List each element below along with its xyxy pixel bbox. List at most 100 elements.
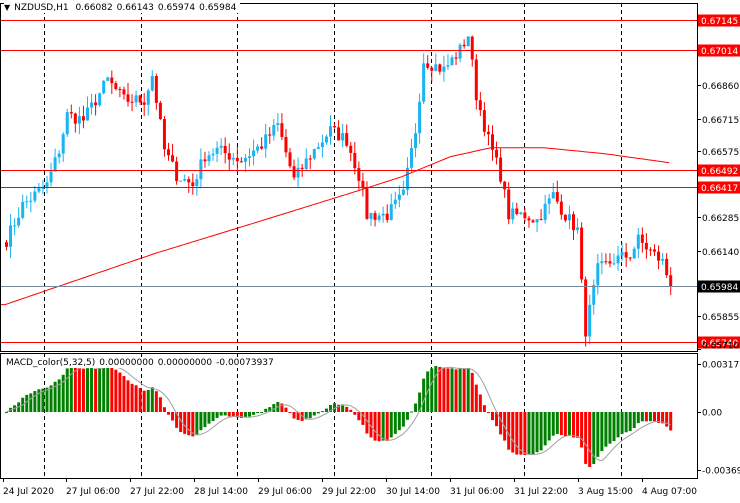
candle-body [321,142,324,147]
macd-histogram-bar [548,412,551,440]
chart-window[interactable]: 0.671450.670140.664920.664170.657400.659… [0,0,740,500]
candle-body [592,285,595,305]
high-value: 0.66143 [117,3,154,13]
candle-body [390,204,393,220]
candle-body [135,95,138,102]
candle-body [203,159,206,161]
macd-signal-line [7,367,671,461]
candle [244,154,247,172]
macd-histogram-bar [604,412,607,447]
candle-body [58,154,61,158]
macd-histogram-bar [74,367,77,412]
candle [86,97,89,121]
candle [540,209,543,220]
candle-body [329,126,332,137]
macd-histogram-bar [224,412,227,415]
candle [337,120,340,140]
candle-body [653,249,656,251]
candle-body [406,168,409,190]
candle-body [240,161,243,162]
macd-histogram-bar [228,412,231,416]
candle-body [527,218,530,220]
macd-histogram-bar [475,385,478,412]
candle [260,137,263,150]
candle [203,152,206,168]
candle [536,219,539,232]
macd-value-1: 0.00000000 [99,358,153,368]
candle [5,240,8,250]
macd-histogram-bar [576,412,579,438]
macd-histogram-bar [143,391,146,412]
candle-body [422,63,425,101]
candle [390,194,393,221]
candle [252,140,255,166]
macd-histogram-bar [50,385,53,412]
dropdown-arrow-icon[interactable]: ▼ [4,3,10,12]
macd-histogram-bar [422,379,425,412]
macd-histogram-bar [608,412,611,444]
candle-body [9,225,12,246]
candle [588,295,591,344]
candle [576,218,579,234]
macd-histogram-bar [552,412,555,436]
candle [544,195,547,224]
candle [617,246,620,271]
macd-histogram-bar [94,369,97,412]
macd-axis-label: 0.0031770 [702,361,740,371]
candle-body [584,279,587,336]
candles [5,36,672,347]
candle-body [382,214,385,216]
macd-histogram-bar [244,412,247,417]
candle [568,206,571,229]
macd-histogram-bar [256,412,259,413]
macd-histogram-bar [394,412,397,434]
candle [653,244,656,256]
candle-body [46,182,49,187]
candle-body [272,125,275,136]
candle-body [426,63,429,67]
candle [256,144,259,153]
candle [613,253,616,265]
candle [50,163,53,187]
macd-axis-label: 0.00 [702,409,722,419]
candle-body [175,162,178,182]
candle [236,147,239,172]
candle [600,253,603,275]
candle [268,127,271,144]
candle-body [523,212,526,218]
candle [641,227,644,252]
macd-histogram-bar [479,394,482,412]
candle [507,182,510,224]
candle-body [268,134,271,135]
candle [645,233,648,259]
candle-body [191,182,194,186]
time-axis-label: 27 Jul 22:00 [130,487,184,497]
price-axis-label: 0.65855 [702,313,739,323]
candle [329,115,332,144]
candle [434,53,437,71]
candle-body [438,64,441,71]
candle [438,63,441,74]
candle [463,39,466,48]
candle-body [66,112,69,134]
macd-histogram-bar [110,367,113,412]
macd-histogram-bar [118,372,121,412]
candle-body [244,158,247,162]
candle-body [637,235,640,249]
macd-histogram-bar [66,368,69,412]
candle-body [386,214,389,220]
level-tag-label: 0.66417 [701,184,738,194]
macd-histogram-bar [159,397,162,412]
macd-histogram-bar [5,412,8,413]
candle [264,124,267,158]
macd-histogram-bar [90,368,93,412]
candle [625,243,628,267]
candle [284,129,287,157]
candle-body [110,77,113,83]
price-chart[interactable]: 0.671450.670140.664920.664170.657400.659… [0,0,740,500]
candle-body [289,152,292,166]
macd-histogram-bar [167,412,170,415]
candle [179,181,182,182]
candle [58,150,61,163]
candle [353,142,356,174]
